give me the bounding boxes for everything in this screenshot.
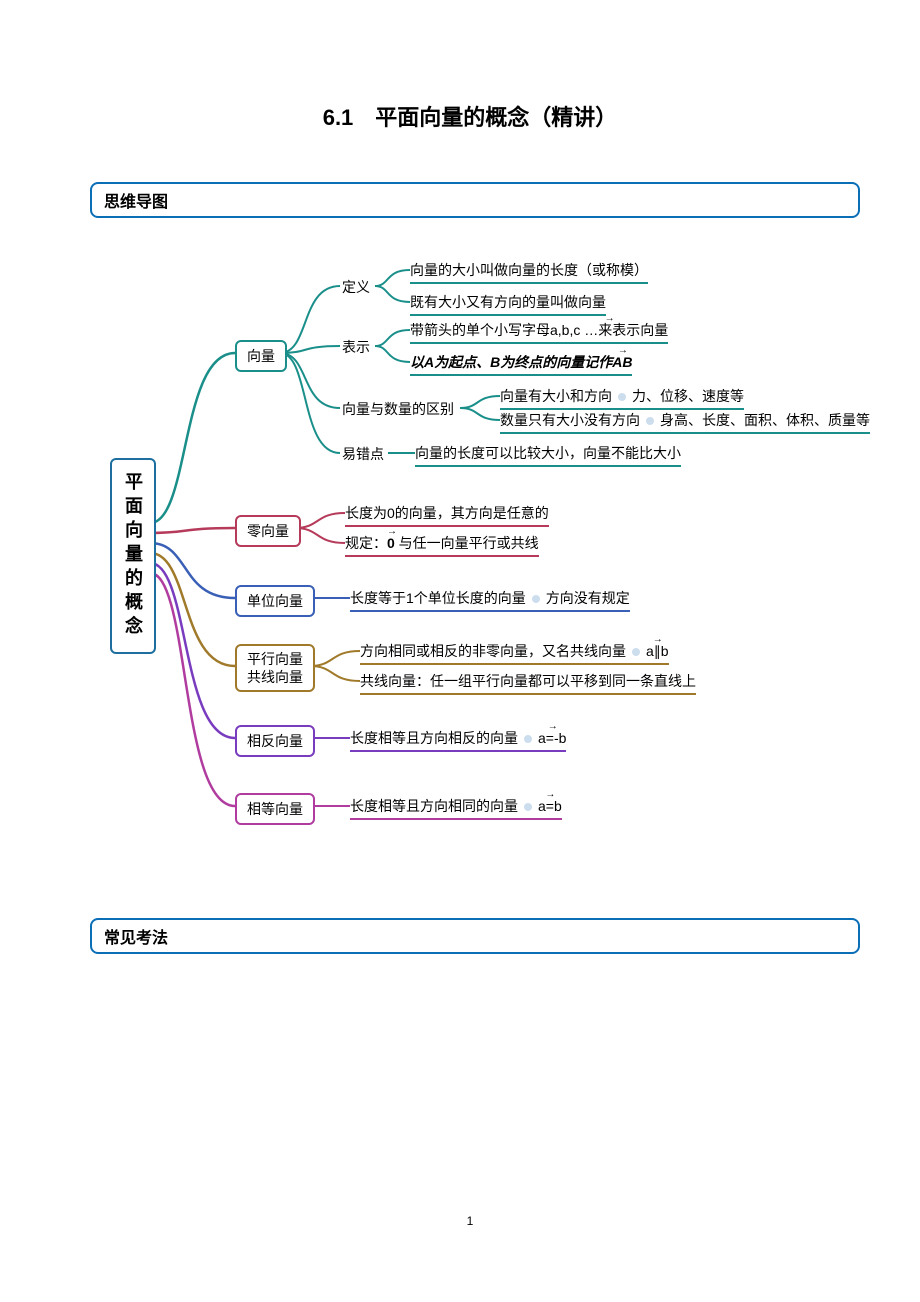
leaf-opposite-def: 长度相等且方向相反的向量a=-b [350, 728, 566, 752]
node-representation: 表示 [342, 337, 370, 357]
section-mindmap-header: 思维导图 [90, 182, 860, 218]
leaf-unit-vector-def: 长度等于1个单位长度的向量方向没有规定 [350, 588, 630, 612]
leaf-zero-parallel: 规定：0 与任一向量平行或共线 [345, 533, 539, 557]
leaf-collinear-def: 共线向量：任一组平行向量都可以平移到同一条直线上 [360, 671, 696, 695]
node-parallel-vector: 平行向量 共线向量 [235, 644, 315, 692]
leaf-scalar-no-direction: 数量只有大小没有方向身高、长度、面积、体积、质量等 [500, 410, 870, 434]
leaf-parallel-def: 方向相同或相反的非零向量，又名共线向量a∥b [360, 641, 669, 665]
leaf-ab-notation: 以A为起点、B为终点的向量记作AB [410, 352, 632, 376]
node-equal-vector: 相等向量 [235, 793, 315, 825]
leaf-lowercase-letter: 带箭头的单个小写字母a,b,c …来表示向量 [410, 320, 668, 344]
leaf-compare-magnitude: 向量的长度可以比较大小，向量不能比大小 [415, 443, 681, 467]
leaf-zero-vector-def: 长度为0的向量，其方向是任意的 [345, 503, 549, 527]
node-definition: 定义 [342, 277, 370, 297]
parallel-line2: 共线向量 [247, 669, 303, 685]
section-exam-header: 常见考法 [90, 918, 860, 954]
parallel-line1: 平行向量 [247, 651, 303, 667]
page-title: 6.1 平面向量的概念（精讲） [80, 100, 860, 132]
node-vector: 向量 [235, 340, 287, 372]
connector-lines [80, 258, 860, 858]
node-opposite-vector: 相反向量 [235, 725, 315, 757]
node-mistake: 易错点 [342, 444, 384, 464]
leaf-has-direction: 向量有大小和方向力、位移、速度等 [500, 386, 744, 410]
mindmap-diagram: 平面向量的概念 向量 零向量 单位向量 平行向量 共线向量 相反向量 相等向量 … [80, 258, 860, 858]
node-unit-vector: 单位向量 [235, 585, 315, 617]
node-difference: 向量与数量的区别 [342, 399, 454, 419]
leaf-equal-def: 长度相等且方向相同的向量a=b [350, 796, 562, 820]
root-node: 平面向量的概念 [110, 458, 156, 654]
leaf-magnitude: 向量的大小叫做向量的长度（或称模） [410, 260, 648, 284]
page-number: 1 [80, 1214, 860, 1228]
node-zero-vector: 零向量 [235, 515, 301, 547]
